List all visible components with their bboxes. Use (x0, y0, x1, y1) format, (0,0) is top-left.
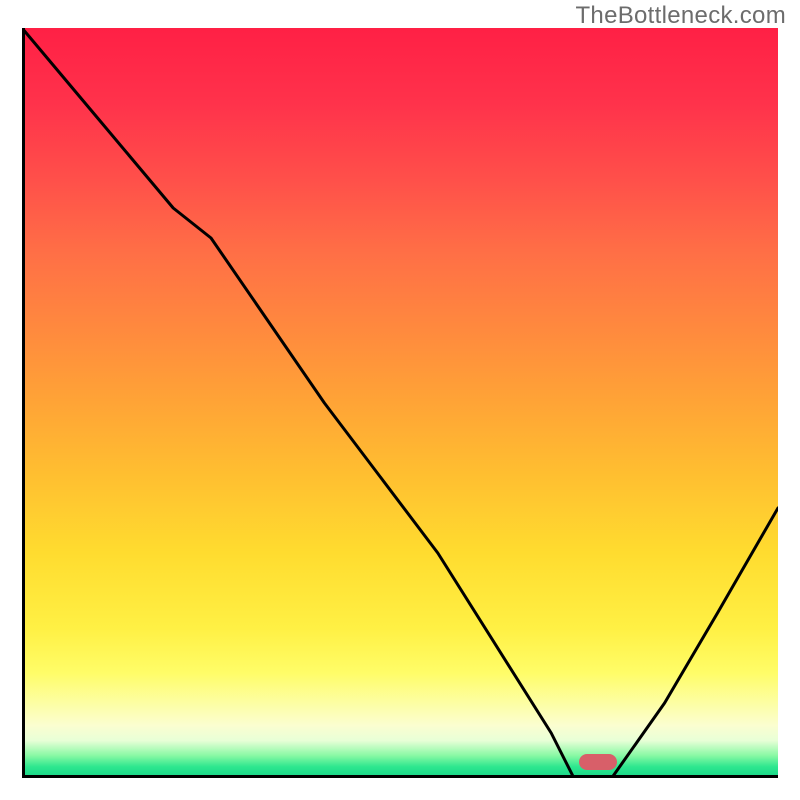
watermark-text: TheBottleneck.com (575, 2, 786, 30)
optimal-marker (579, 754, 617, 770)
chart-container: TheBottleneck.com (0, 0, 800, 800)
y-axis-line (22, 28, 25, 778)
plot-gradient-background (22, 28, 778, 778)
x-axis-line (22, 775, 778, 778)
